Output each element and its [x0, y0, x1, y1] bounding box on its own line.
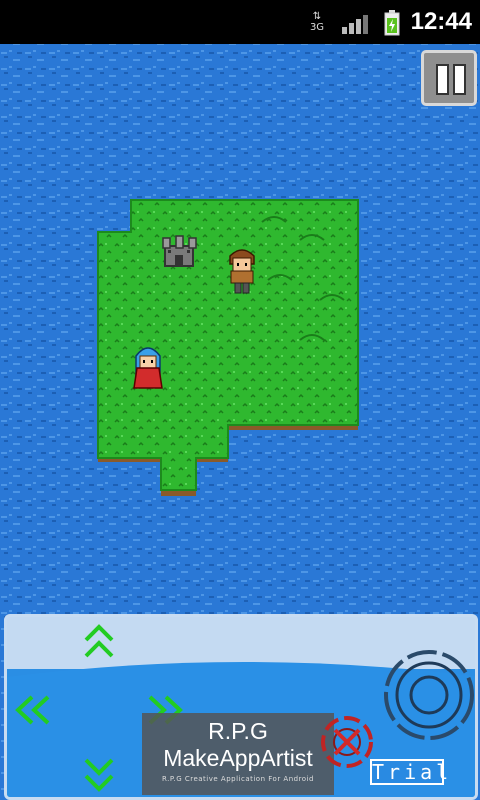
status-bar: ⇅ 3G 12:44	[0, 0, 480, 44]
banner-tagline: R.P.G Creative Application For Android	[162, 775, 314, 783]
castle-sprite	[162, 235, 197, 267]
pause-button[interactable]	[421, 50, 477, 106]
status-time: 12:44	[410, 8, 472, 35]
cancel-x-icon[interactable]	[317, 712, 377, 772]
up-arrow-icon[interactable]	[83, 624, 115, 660]
down-arrow-icon[interactable]	[83, 756, 115, 792]
trial-badge: Trial	[370, 759, 453, 785]
network-indicator-icon: ⇅ 3G	[309, 11, 325, 33]
app-banner: R.P.G MakeAppArtist R.P.G Creative Appli…	[142, 713, 334, 795]
battery-charging-icon	[384, 10, 400, 36]
left-arrow-icon[interactable]	[12, 694, 52, 726]
action-ring-icon[interactable]	[382, 648, 476, 742]
blue-haired-girl-sprite	[133, 347, 163, 389]
banner-subtitle: MakeAppArtist	[163, 745, 313, 771]
banner-title: R.P.G	[208, 718, 268, 744]
signal-bars-icon	[342, 15, 368, 34]
